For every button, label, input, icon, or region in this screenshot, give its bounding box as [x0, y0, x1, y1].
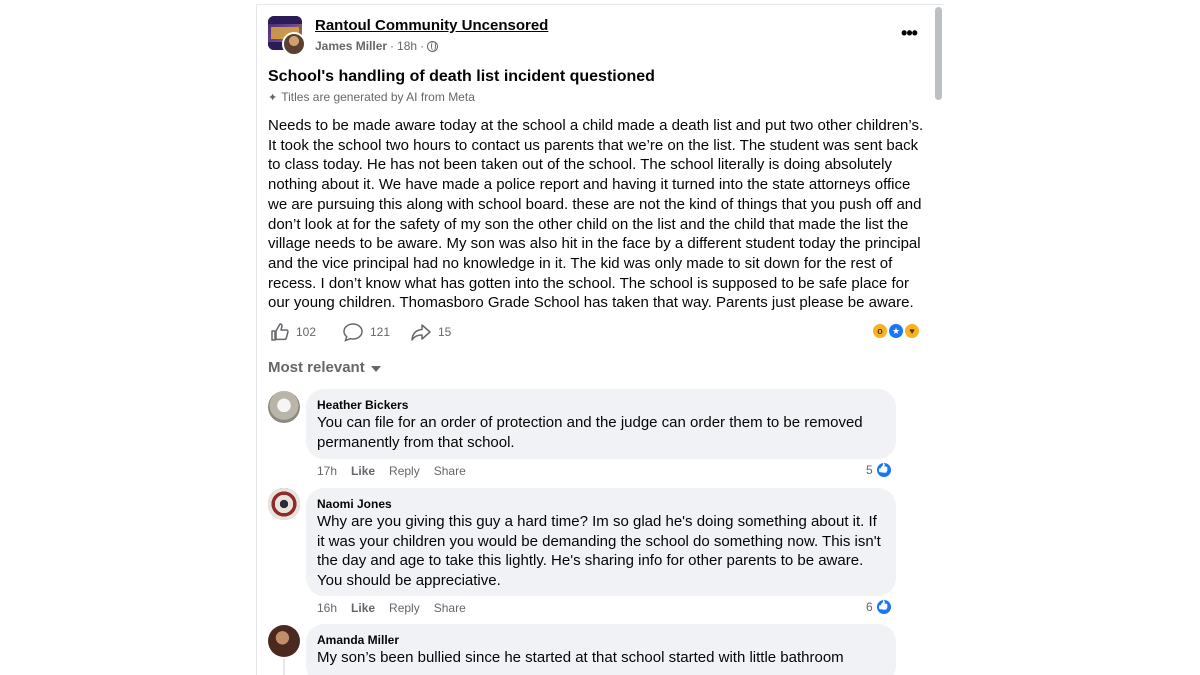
like-badge-icon [874, 598, 893, 616]
comment-author[interactable]: Amanda Miller [317, 632, 884, 648]
comment-actions: 16h Like Reply Share [317, 601, 466, 615]
like-badge-icon [874, 461, 893, 479]
comment-like-button[interactable]: Like [351, 601, 375, 615]
care-reaction-icon[interactable]: ♥ [903, 322, 921, 340]
post-body: Needs to be made aware today at the scho… [268, 117, 924, 312]
comment-text: You can file for an order of protection … [317, 414, 863, 451]
comment-like-button[interactable]: Like [351, 464, 375, 478]
group-name-link[interactable]: Rantoul Community Uncensored [315, 17, 548, 34]
author-name[interactable]: James Miller [315, 39, 387, 53]
comment-actions: 17h Like Reply Share [317, 464, 466, 478]
comment-sort-dropdown[interactable]: Most relevant [268, 359, 381, 376]
comment-author[interactable]: Naomi Jones [317, 496, 884, 512]
thread-line [283, 659, 285, 675]
comment-bubble: Amanda Miller My son’s been bullied sinc… [306, 624, 896, 675]
author-avatar[interactable] [282, 32, 306, 56]
scrollbar[interactable] [933, 5, 943, 675]
comment-reply-button[interactable]: Reply [389, 464, 420, 478]
comment-reply-button[interactable]: Reply [389, 601, 420, 615]
scrollbar-thumb[interactable] [935, 7, 942, 100]
comment-reaction-count[interactable]: 5 [866, 461, 893, 479]
comment-bubble: Naomi Jones Why are you giving this guy … [306, 488, 896, 596]
share-icon [411, 324, 431, 341]
globe-icon [427, 40, 439, 52]
comment-icon [343, 323, 363, 342]
meta-separator: · [390, 39, 395, 53]
meta-separator-2: · [420, 39, 425, 53]
like-button[interactable]: 102 [270, 321, 316, 343]
sparkle-icon: ✦ [268, 91, 278, 104]
ai-note-text: Titles are generated by AI from Meta [281, 90, 475, 104]
comment-author[interactable]: Heather Bickers [317, 397, 884, 413]
comment-button[interactable]: 121 [342, 321, 390, 343]
comment-text: My son’s been bullied since he started a… [317, 649, 844, 666]
reaction-count-text: 6 [866, 600, 873, 614]
left-background [0, 0, 256, 675]
comment-time[interactable]: 17h [317, 464, 337, 478]
comment-share-button[interactable]: Share [434, 601, 466, 615]
caret-down-icon [370, 366, 381, 372]
comment-time[interactable]: 16h [317, 601, 337, 615]
like-count: 102 [296, 325, 317, 339]
more-options-icon[interactable]: ••• [899, 24, 919, 44]
comment-share-button[interactable]: Share [434, 464, 466, 478]
commenter-avatar[interactable] [268, 391, 300, 423]
post-title: School's handling of death list incident… [268, 68, 655, 85]
post-meta: James Miller · 18h · [315, 39, 439, 53]
commenter-avatar[interactable] [268, 625, 300, 657]
reaction-count-text: 5 [866, 463, 873, 477]
share-count: 15 [438, 325, 452, 339]
thumbs-up-icon [271, 323, 289, 341]
right-background [944, 0, 1200, 675]
commenter-avatar[interactable] [268, 488, 300, 520]
comment-count: 121 [370, 325, 391, 339]
sort-label: Most relevant [268, 359, 365, 376]
ai-title-note: ✦ Titles are generated by AI from Meta [268, 90, 475, 104]
comment-bubble: Heather Bickers You can file for an orde… [306, 389, 896, 459]
post-time[interactable]: 18h [397, 39, 417, 53]
comment-text: Why are you giving this guy a hard time?… [317, 513, 881, 590]
comment-reaction-count[interactable]: 6 [866, 598, 893, 616]
share-button[interactable]: 15 [410, 321, 451, 343]
